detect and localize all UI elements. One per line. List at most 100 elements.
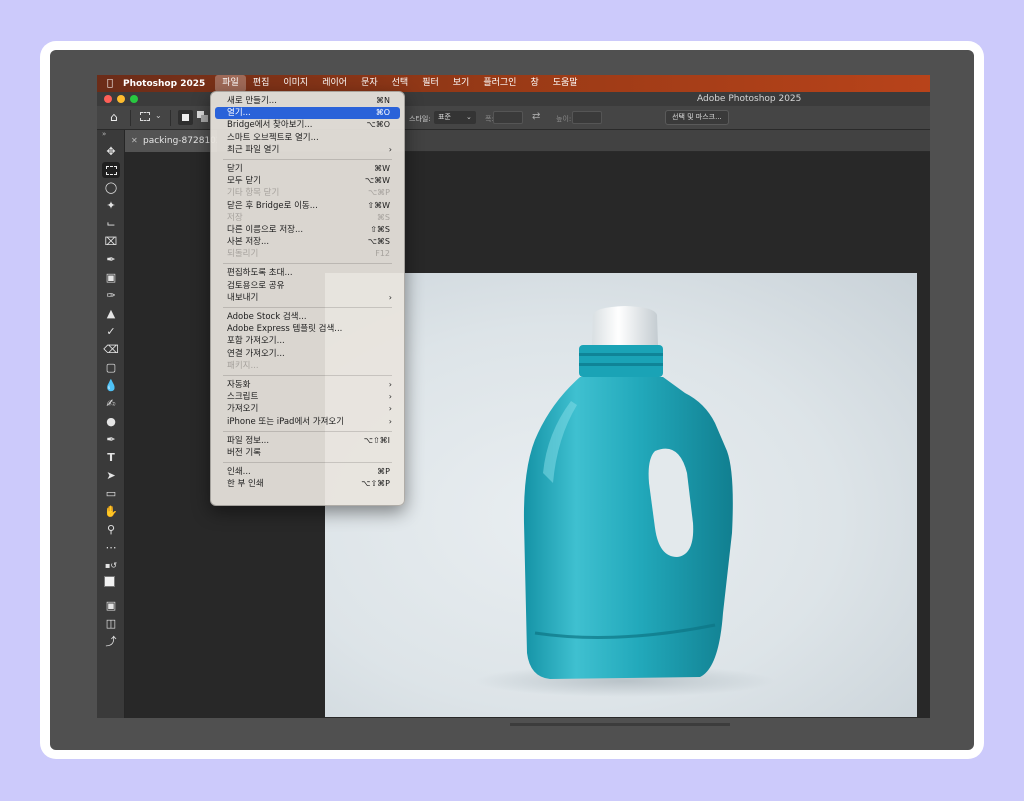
brush-tool-icon[interactable]: ✑ bbox=[102, 288, 120, 304]
file-menu-item[interactable]: 파일 정보... ⌥⇧⌘I bbox=[215, 435, 400, 447]
path-selection-tool-icon[interactable]: ➤ bbox=[102, 468, 120, 484]
file-menu-item[interactable]: 자동화 › bbox=[215, 379, 400, 391]
type-tool-icon[interactable]: T bbox=[102, 450, 120, 466]
minimize-window-button[interactable] bbox=[117, 95, 125, 103]
width-field[interactable] bbox=[493, 111, 523, 124]
file-menu-item[interactable]: Bridge에서 찾아보기... ⌥⌘O bbox=[215, 119, 400, 131]
move-tool-icon[interactable]: ✥ bbox=[102, 144, 120, 160]
eyedropper-tool-icon[interactable]: ✒ bbox=[102, 252, 120, 268]
hand-tool-icon[interactable]: ✋ bbox=[102, 504, 120, 520]
close-window-button[interactable] bbox=[104, 95, 112, 103]
blur-tool-icon[interactable]: 💧 bbox=[102, 378, 120, 394]
marquee-tool-icon[interactable] bbox=[102, 162, 120, 178]
menu-item-shortcut: ⇧⌘S bbox=[370, 224, 390, 234]
menu-item-shortcut: ⌘S bbox=[376, 212, 390, 222]
file-menu-item[interactable]: 스크립트 › bbox=[215, 391, 400, 403]
collapse-panel-icon[interactable]: » bbox=[102, 130, 106, 138]
menu-filter[interactable]: 필터 bbox=[415, 75, 446, 92]
menu-item-label: 사본 저장... bbox=[227, 237, 270, 248]
menu-divider bbox=[223, 430, 392, 432]
file-menu-item[interactable]: 열기... ⌘O bbox=[215, 107, 400, 120]
file-menu-item[interactable]: 인쇄... ⌘P bbox=[215, 466, 400, 478]
file-menu-item[interactable]: 다른 이름으로 저장... ⇧⌘S bbox=[215, 224, 400, 236]
file-menu-item[interactable]: 최근 파일 열기 › bbox=[215, 144, 400, 156]
file-menu-item[interactable]: Adobe Stock 검색... bbox=[215, 311, 400, 323]
horizontal-scrollbar[interactable] bbox=[510, 723, 730, 726]
file-menu-item[interactable]: 모두 닫기 ⌥⌘W bbox=[215, 175, 400, 187]
file-menu-item[interactable]: 검토용으로 공유 bbox=[215, 280, 400, 292]
eraser-tool-icon[interactable]: ⌫ bbox=[102, 342, 120, 358]
new-selection-icon[interactable] bbox=[178, 110, 193, 125]
style-label: 스타일: bbox=[409, 115, 431, 123]
menu-layer[interactable]: 레이어 bbox=[315, 75, 354, 92]
document-tab[interactable]: ✕ packing-8728102 bbox=[125, 130, 217, 152]
frame-tool-icon[interactable]: ⌧ bbox=[102, 234, 120, 250]
menu-item-label: 열기... bbox=[227, 108, 251, 119]
pen-tool-icon[interactable]: ✒ bbox=[102, 432, 120, 448]
file-menu-item[interactable]: 저장 ⌘S bbox=[215, 212, 400, 224]
app-menu-name[interactable]: Photoshop 2025 bbox=[123, 79, 205, 89]
file-menu-item[interactable]: 한 부 인쇄 ⌥⇧⌘P bbox=[215, 478, 400, 490]
file-menu-item[interactable]: 패키지... bbox=[215, 360, 400, 372]
share-icon[interactable]: ⤴ bbox=[102, 634, 120, 650]
more-tools-icon[interactable]: ⋯ bbox=[102, 540, 120, 556]
gradient-tool-icon[interactable]: ▢ bbox=[102, 360, 120, 376]
menu-file[interactable]: 파일 bbox=[215, 75, 246, 92]
crop-tool-icon[interactable]: ⌙ bbox=[102, 216, 120, 232]
rectangle-tool-icon[interactable]: ▭ bbox=[102, 486, 120, 502]
lasso-tool-icon[interactable]: ◯ bbox=[102, 180, 120, 196]
default-colors-icon[interactable]: ▪↺ bbox=[102, 558, 120, 574]
menu-item-label: 인쇄... bbox=[227, 467, 251, 478]
quick-mask-icon[interactable]: ▣ bbox=[102, 598, 120, 614]
menu-item-label: 닫기 bbox=[227, 163, 243, 174]
file-menu-item[interactable]: 사본 저장... ⌥⌘S bbox=[215, 236, 400, 248]
apple-icon[interactable]:  bbox=[97, 78, 123, 89]
height-field[interactable] bbox=[572, 111, 602, 124]
menu-type[interactable]: 문자 bbox=[354, 75, 385, 92]
swap-icon[interactable]: ⇄ bbox=[532, 111, 540, 122]
menu-select[interactable]: 선택 bbox=[385, 75, 416, 92]
healing-brush-tool-icon[interactable]: ▣ bbox=[102, 270, 120, 286]
file-menu-item[interactable]: 연결 가져오기... bbox=[215, 348, 400, 360]
marquee-preset-icon[interactable] bbox=[140, 112, 150, 121]
color-swatches-icon[interactable] bbox=[102, 574, 120, 594]
menu-window[interactable]: 창 bbox=[523, 75, 545, 92]
file-menu-item[interactable]: 포함 가져오기... bbox=[215, 335, 400, 347]
file-menu-item[interactable]: Adobe Express 템플릿 검색... bbox=[215, 323, 400, 335]
menu-edit[interactable]: 편집 bbox=[246, 75, 277, 92]
menu-item-label: 기타 항목 닫기 bbox=[227, 188, 280, 199]
file-menu-item[interactable]: iPhone 또는 iPad에서 가져오기 › bbox=[215, 416, 400, 428]
file-menu-item[interactable]: 되돌리기 F12 bbox=[215, 248, 400, 260]
menu-divider bbox=[223, 307, 392, 308]
home-icon[interactable]: ⌂ bbox=[110, 110, 124, 124]
chevron-down-icon[interactable]: ⌄ bbox=[155, 111, 162, 120]
menu-item-shortcut: F12 bbox=[375, 249, 390, 259]
file-menu-item[interactable]: 스마트 오브젝트로 열기... bbox=[215, 132, 400, 144]
zoom-tool-icon[interactable]: ⚲ bbox=[102, 522, 120, 538]
file-menu-item[interactable]: 편집하도록 초대... bbox=[215, 267, 400, 279]
menu-image[interactable]: 이미지 bbox=[276, 75, 315, 92]
menu-item-label: 패키지... bbox=[227, 360, 259, 371]
zoom-window-button[interactable] bbox=[130, 95, 138, 103]
smudge-tool-icon[interactable]: ✍ bbox=[102, 396, 120, 412]
dodge-tool-icon[interactable]: ● bbox=[102, 414, 120, 430]
file-menu-item[interactable]: 버전 기록 bbox=[215, 447, 400, 459]
file-menu-item[interactable]: 내보내기 › bbox=[215, 292, 400, 304]
chevron-right-icon: › bbox=[388, 379, 392, 389]
select-and-mask-button[interactable]: 선택 및 마스크... bbox=[665, 110, 729, 125]
file-menu-item[interactable]: 가져오기 › bbox=[215, 403, 400, 415]
close-icon[interactable]: ✕ bbox=[131, 130, 138, 152]
file-menu-item[interactable]: 새로 만들기... ⌘N bbox=[215, 95, 400, 107]
file-menu-item[interactable]: 기타 항목 닫기 ⌥⌘P bbox=[215, 187, 400, 199]
clone-stamp-tool-icon[interactable]: ▲ bbox=[102, 306, 120, 322]
file-menu-item[interactable]: 닫은 후 Bridge로 이동... ⇧⌘W bbox=[215, 200, 400, 212]
menu-help[interactable]: 도움말 bbox=[546, 75, 585, 92]
menu-view[interactable]: 보기 bbox=[446, 75, 477, 92]
document-canvas-image[interactable] bbox=[325, 273, 917, 717]
menu-plugins[interactable]: 플러그인 bbox=[476, 75, 523, 92]
add-to-selection-icon[interactable] bbox=[197, 111, 209, 123]
screen-mode-icon[interactable]: ◫ bbox=[102, 616, 120, 632]
file-menu-item[interactable]: 닫기 ⌘W bbox=[215, 163, 400, 175]
history-brush-tool-icon[interactable]: ✓ bbox=[102, 324, 120, 340]
quick-selection-tool-icon[interactable]: ✦ bbox=[102, 198, 120, 214]
